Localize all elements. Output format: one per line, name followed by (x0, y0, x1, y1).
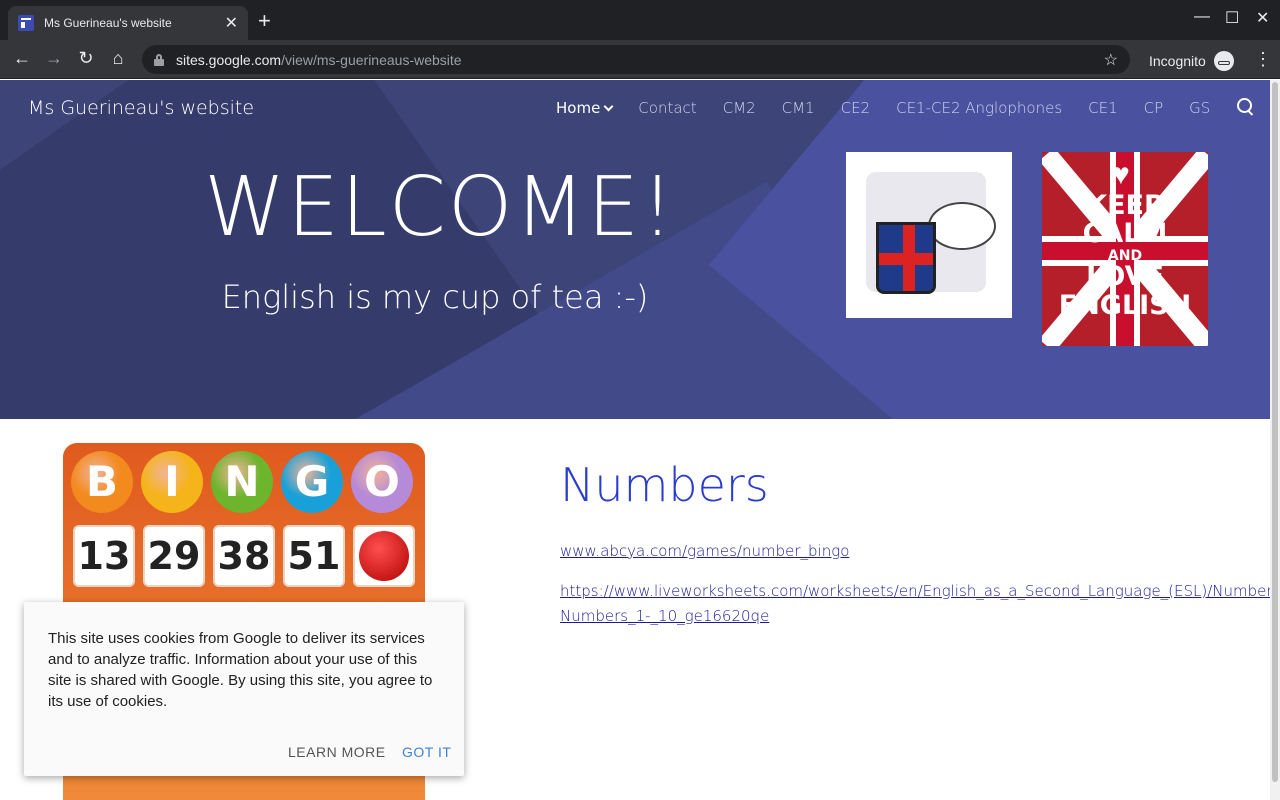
nav-cm2[interactable]: CM2 (723, 99, 756, 117)
incognito-indicator[interactable]: Incognito (1149, 51, 1234, 71)
bingo-ball: G (281, 451, 343, 513)
nav-gs[interactable]: GS (1189, 99, 1210, 117)
nav-ce1-ce2-anglophones[interactable]: CE1-CE2 Anglophones (896, 99, 1062, 117)
address-bar[interactable]: sites.google.com/view/ms-guerineaus-webs… (142, 45, 1130, 74)
bingo-ball: I (141, 451, 203, 513)
section-heading: Numbers (560, 458, 769, 512)
bingo-marker-icon (359, 531, 409, 581)
bingo-ball: N (211, 451, 273, 513)
url-path: /view/ms-guerineaus-website (281, 51, 462, 68)
back-icon[interactable]: ← (11, 48, 33, 69)
forward-icon[interactable]: → (43, 48, 65, 69)
nav-home[interactable]: Home (556, 99, 614, 117)
heart-icon: ♥ (1112, 158, 1130, 191)
cookie-notice: This site uses cookies from Google to de… (24, 602, 464, 776)
bingo-ball: O (351, 451, 413, 513)
nav-cm1[interactable]: CM1 (782, 99, 815, 117)
bingo-cell: 38 (213, 525, 275, 587)
close-window-button[interactable]: ✕ (1256, 8, 1269, 28)
hero-subtitle: English is my cup of tea :-) (221, 278, 649, 316)
bingo-cell-marked (353, 525, 415, 587)
site-title[interactable]: Ms Guerineau's website (28, 97, 254, 119)
bingo-ball: B (71, 451, 133, 513)
nav-ce1[interactable]: CE1 (1088, 99, 1118, 117)
chevron-down-icon (603, 101, 614, 112)
browser-tab[interactable]: Ms Guerineau's website ✕ (8, 6, 248, 40)
bingo-cell: 13 (73, 525, 135, 587)
link-line-1: https://www.liveworksheets.com/worksheet… (560, 582, 1280, 600)
nav-ce2[interactable]: CE2 (841, 99, 871, 117)
cookie-message: This site uses cookies from Google to de… (48, 630, 433, 710)
incognito-label: Incognito (1149, 53, 1206, 69)
search-icon[interactable] (1237, 98, 1255, 116)
bookmark-star-icon[interactable]: ☆ (1104, 50, 1118, 70)
browser-menu-icon[interactable]: ⋮ (1254, 49, 1272, 70)
tab-title: Ms Guerineau's website (44, 16, 172, 30)
poster-text: KEEP CALM AND LOVE ENGLISH (1058, 190, 1192, 321)
bingo-cell: 29 (143, 525, 205, 587)
incognito-icon (1213, 51, 1234, 71)
new-tab-button[interactable]: + (258, 10, 271, 32)
nav-contact[interactable]: Contact (638, 99, 696, 117)
got-it-button[interactable]: GOT IT (402, 744, 451, 760)
learn-more-button[interactable]: LEARN MORE (288, 744, 386, 760)
browser-toolbar: ← → ↻ ⌂ sites.google.com/view/ms-guerine… (0, 40, 1280, 79)
tab-strip: Ms Guerineau's website ✕ + — ☐ ✕ (0, 0, 1280, 40)
keep-calm-poster-image: ♥ KEEP CALM AND LOVE ENGLISH (1042, 152, 1208, 346)
hero-title: WELCOME! (204, 160, 676, 255)
site-favicon-icon (18, 15, 34, 31)
hero-banner: Ms Guerineau's website Home Contact CM2 … (0, 80, 1270, 419)
home-icon[interactable]: ⌂ (107, 48, 129, 69)
minimize-button[interactable]: — (1194, 8, 1210, 26)
page-viewport: Ms Guerineau's website Home Contact CM2 … (0, 80, 1280, 800)
tea-cup-image (846, 152, 1012, 318)
nav-cp[interactable]: CP (1144, 99, 1164, 117)
site-nav: Home Contact CM2 CM1 CE2 CE1-CE2 Angloph… (556, 99, 1236, 117)
bingo-cell: 51 (283, 525, 345, 587)
page-scrollbar[interactable] (1270, 80, 1280, 800)
nav-home-label: Home (556, 99, 601, 117)
link-line-2: Numbers_1-_10_ge16620qe (560, 607, 770, 625)
tab-close-icon[interactable]: ✕ (225, 13, 238, 33)
url-host: sites.google.com (176, 51, 282, 68)
abcya-link[interactable]: www.abcya.com/games/number_bingo (560, 542, 849, 560)
scrollbar-thumb[interactable] (1272, 82, 1278, 782)
maximize-button[interactable]: ☐ (1225, 8, 1239, 28)
lock-icon (154, 53, 164, 66)
liveworksheets-link[interactable]: https://www.liveworksheets.com/worksheet… (560, 579, 1280, 629)
reload-icon[interactable]: ↻ (75, 48, 97, 69)
